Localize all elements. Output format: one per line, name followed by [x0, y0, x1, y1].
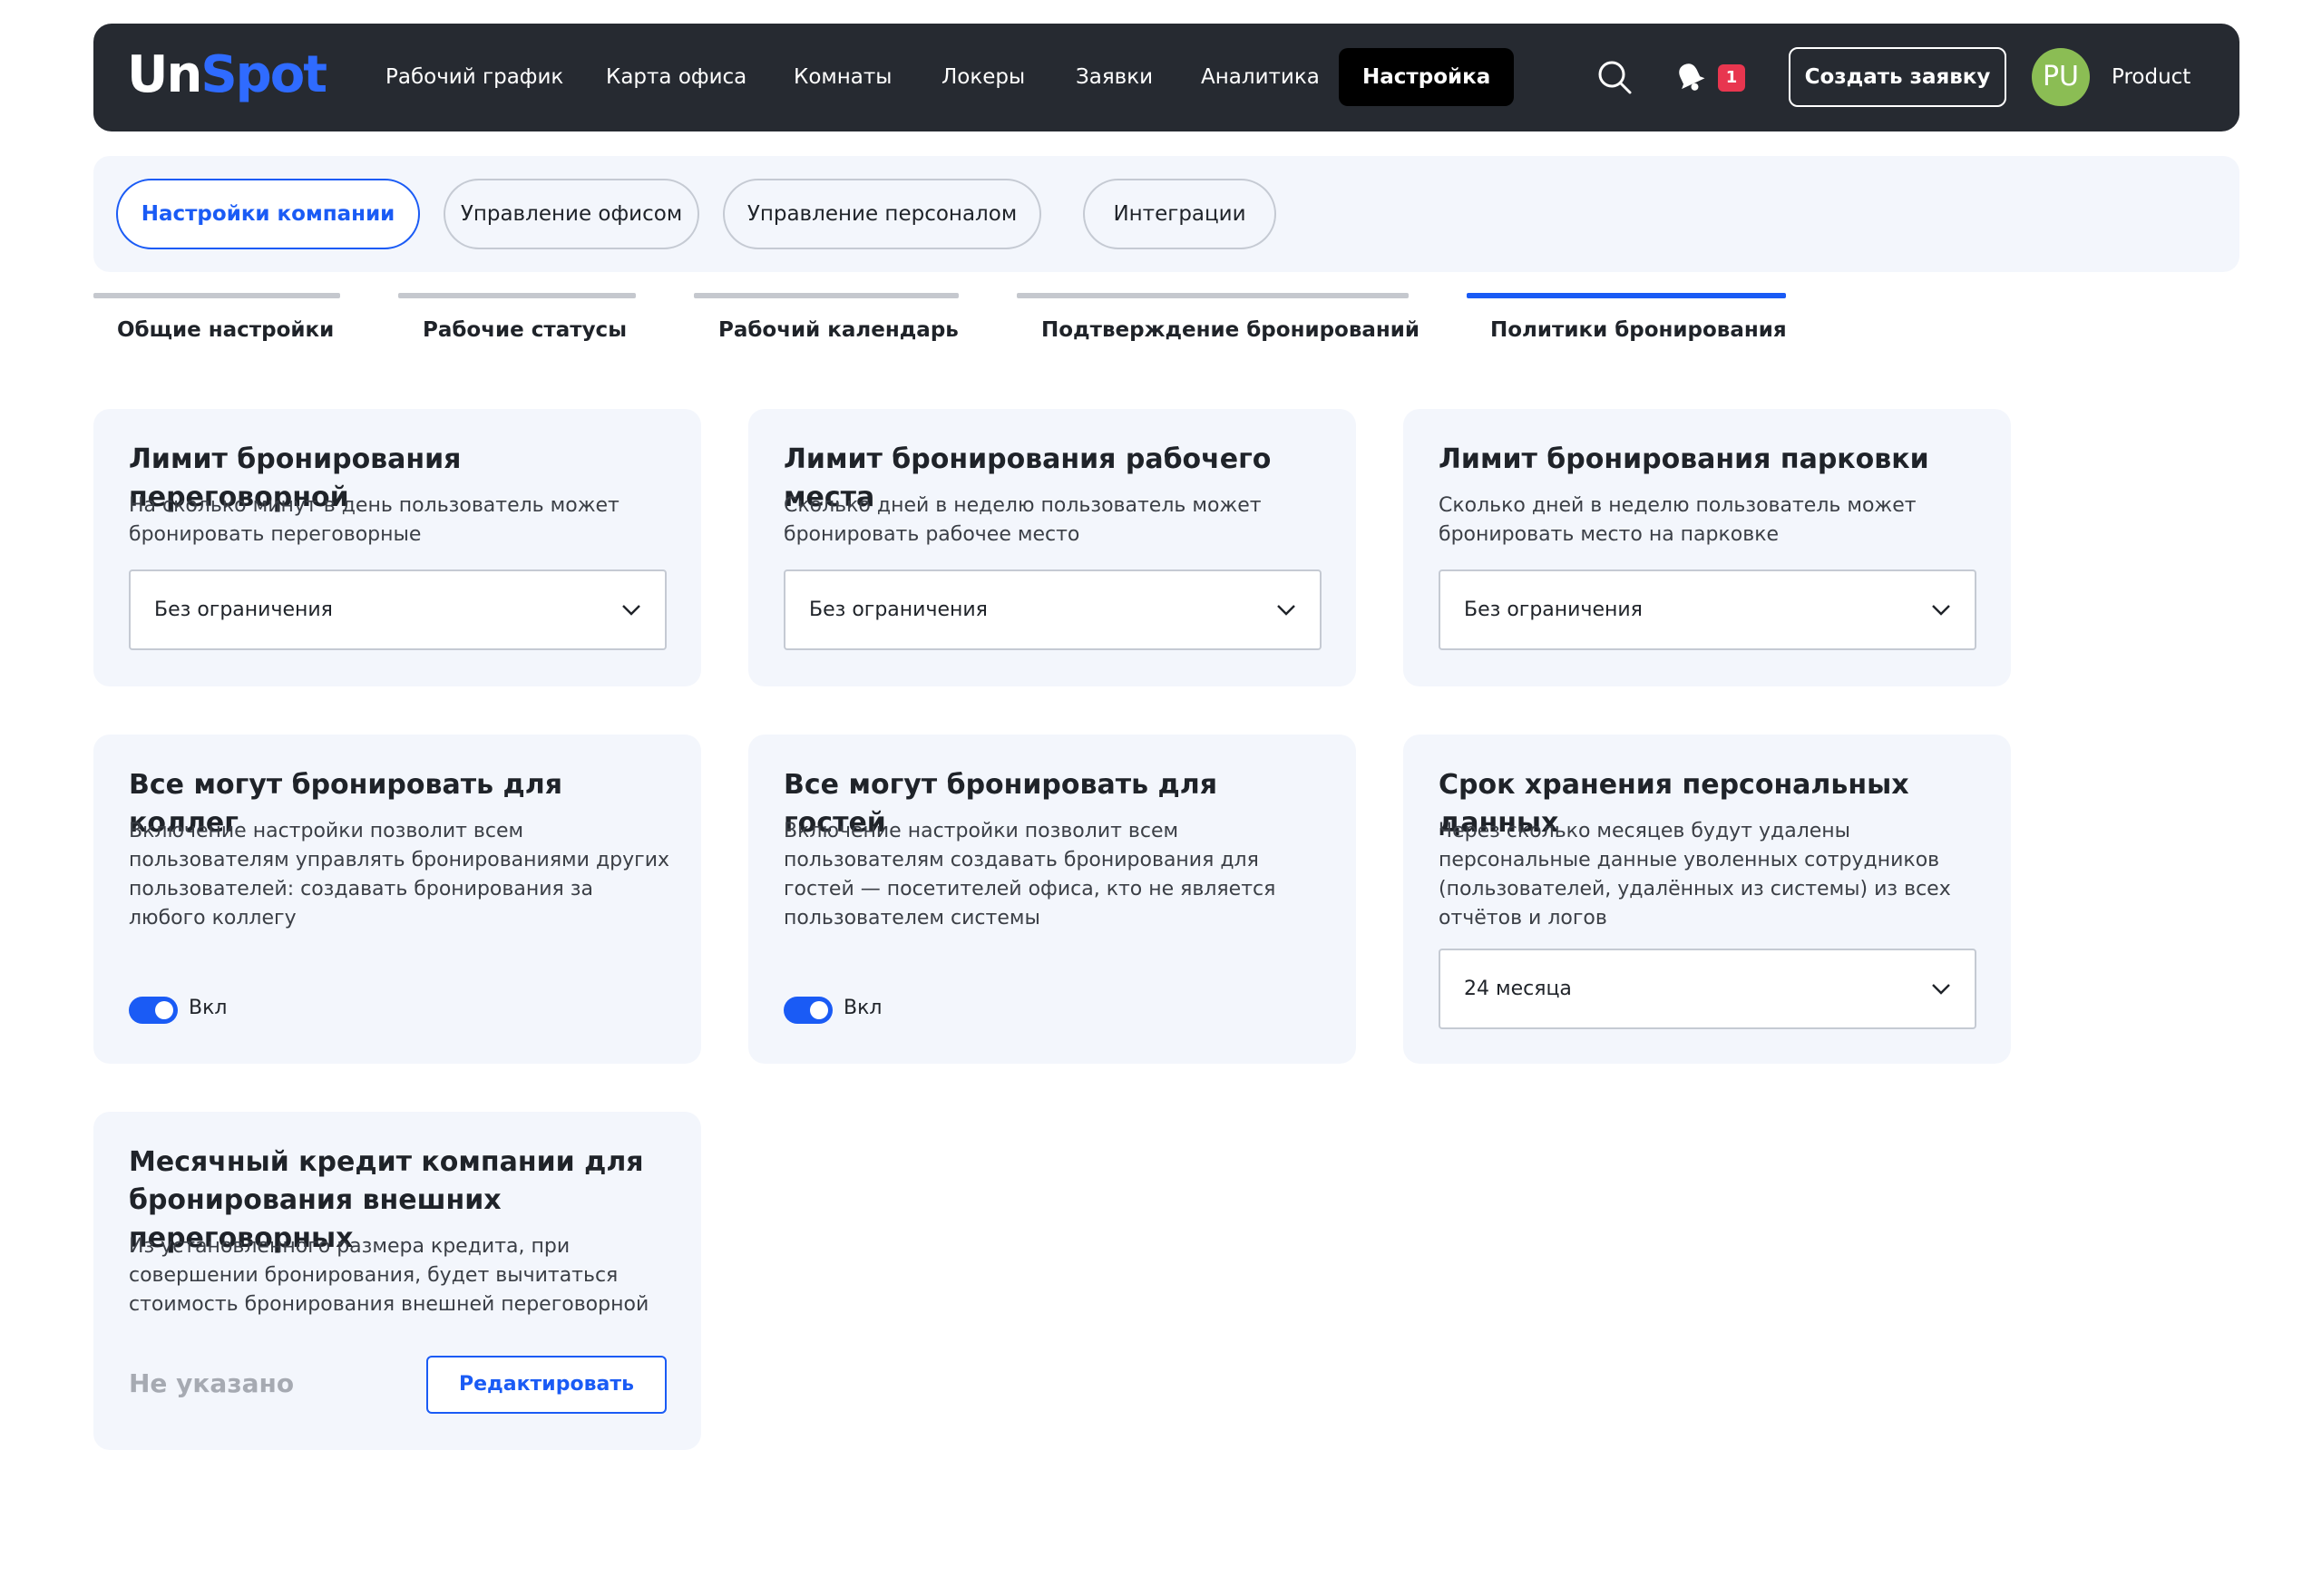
settings-sections-bar: Настройки компании Управление офисом Упр…: [93, 156, 2239, 272]
card-data-retention: Срок хранения персональных данных Через …: [1403, 735, 2011, 1064]
card-description: Сколько дней в неделю пользователь может…: [1439, 494, 1917, 546]
notification-badge: 1: [1718, 64, 1745, 92]
select-value: Без ограничения: [154, 598, 333, 621]
logo-spot: Spot: [200, 45, 327, 104]
card-book-for-guests: Все могут бронировать для гостей Включен…: [748, 735, 1356, 1064]
card-book-for-colleagues: Все могут бронировать для коллег Включен…: [93, 735, 701, 1064]
card-monthly-credit: Месячный кредит компании для бронировани…: [93, 1112, 701, 1450]
card-description: Из установленного размера кредита, при с…: [129, 1235, 649, 1316]
section-staff-management[interactable]: Управление персоналом: [723, 179, 1041, 249]
nav-work-schedule[interactable]: Рабочий график: [385, 48, 563, 106]
search-icon[interactable]: [1596, 59, 1633, 95]
card-description: Через сколько месяцев будут удалены перс…: [1439, 820, 1951, 929]
card-desk-limit: Лимит бронирования рабочего места Скольк…: [748, 409, 1356, 686]
card-parking-limit: Лимит бронирования парковки Сколько дней…: [1403, 409, 2011, 686]
nav-rooms[interactable]: Комнаты: [794, 48, 892, 106]
parking-limit-select[interactable]: Без ограничения: [1439, 569, 1976, 650]
tab-booking-confirmation[interactable]: Подтверждение бронирований: [1017, 293, 1420, 347]
bell-icon[interactable]: [1673, 60, 1706, 92]
card-title: Лимит бронирования парковки: [1439, 443, 1929, 475]
card-meeting-room-limit: Лимит бронирования переговорной На сколь…: [93, 409, 701, 686]
tab-booking-policies[interactable]: Политики бронирования: [1467, 293, 1787, 347]
credit-value: Не указано: [129, 1368, 295, 1398]
nav-settings[interactable]: Настройка: [1339, 48, 1515, 106]
chevron-down-icon: [622, 605, 640, 616]
chevron-down-icon: [1932, 984, 1950, 995]
tab-label: Подтверждение бронирований: [1041, 318, 1420, 342]
tab-general-settings[interactable]: Общие настройки: [93, 293, 340, 347]
nav-analytics[interactable]: Аналитика: [1201, 48, 1320, 106]
tab-indicator: [398, 293, 636, 298]
tab-work-statuses[interactable]: Рабочие статусы: [398, 293, 636, 347]
select-value: Без ограничения: [1464, 598, 1643, 621]
colleagues-toggle[interactable]: [129, 997, 178, 1024]
tab-indicator-active: [1467, 293, 1786, 298]
chevron-down-icon: [1277, 605, 1295, 616]
edit-credit-button[interactable]: Редактировать: [426, 1356, 667, 1414]
section-office-management[interactable]: Управление офисом: [444, 179, 699, 249]
nav-lockers[interactable]: Локеры: [941, 48, 1025, 106]
toggle-knob: [810, 1001, 828, 1019]
tab-label: Рабочие статусы: [423, 318, 627, 342]
select-value: 24 месяца: [1464, 978, 1572, 1000]
section-integrations[interactable]: Интеграции: [1083, 179, 1276, 249]
toggle-label: Вкл: [189, 997, 228, 1019]
section-company-settings[interactable]: Настройки компании: [116, 179, 420, 249]
card-description: Включение настройки позволит всем пользо…: [784, 820, 1276, 929]
user-name[interactable]: Product: [2112, 59, 2190, 95]
create-request-button[interactable]: Создать заявку: [1789, 47, 2006, 107]
card-description: Сколько дней в неделю пользователь может…: [784, 494, 1262, 546]
toggle-label: Вкл: [844, 997, 883, 1019]
toggle-knob: [155, 1001, 173, 1019]
nav-requests[interactable]: Заявки: [1076, 48, 1153, 106]
tab-label: Общие настройки: [117, 318, 335, 342]
tab-indicator: [694, 293, 959, 298]
select-value: Без ограничения: [809, 598, 988, 621]
meeting-limit-select[interactable]: Без ограничения: [129, 569, 667, 650]
tab-indicator: [1017, 293, 1409, 298]
data-retention-select[interactable]: 24 месяца: [1439, 949, 1976, 1029]
card-description: Включение настройки позволит всем пользо…: [129, 820, 670, 929]
card-description: На сколько минут в день пользователь мож…: [129, 494, 620, 546]
chevron-down-icon: [1932, 605, 1950, 616]
nav-office-map[interactable]: Карта офиса: [606, 48, 746, 106]
tab-label: Политики бронирования: [1490, 318, 1787, 342]
top-navigation-bar: UnSpot Рабочий график Карта офиса Комнат…: [93, 24, 2239, 131]
tab-work-calendar[interactable]: Рабочий календарь: [694, 293, 959, 347]
avatar[interactable]: PU: [2032, 48, 2090, 106]
guests-toggle[interactable]: [784, 997, 833, 1024]
unspot-logo[interactable]: UnSpot: [127, 44, 327, 107]
tab-indicator: [93, 293, 340, 298]
desk-limit-select[interactable]: Без ограничения: [784, 569, 1322, 650]
logo-un: Un: [127, 45, 202, 104]
tab-label: Рабочий календарь: [718, 318, 959, 342]
